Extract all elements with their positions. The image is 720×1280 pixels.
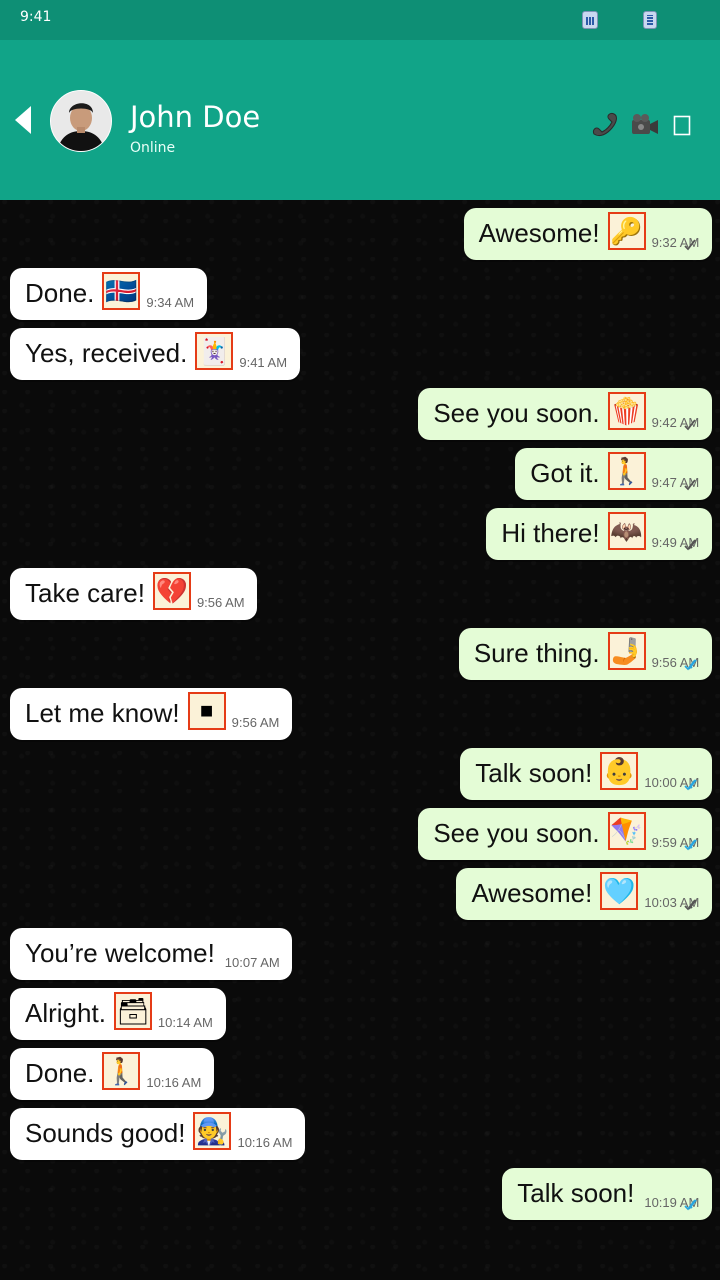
- incoming-message[interactable]: Yes, received. 🃏 9:41 AM: [10, 328, 300, 380]
- outgoing-message[interactable]: Awesome! 🔑 9:32 AM: [463, 208, 712, 260]
- message-text: Talk soon!: [517, 1178, 635, 1208]
- back-button[interactable]: [12, 104, 32, 136]
- menu-icon: [673, 115, 691, 136]
- message-text: Hi there!: [501, 518, 600, 548]
- phone-icon: [593, 113, 617, 137]
- message-text: Done.: [25, 1058, 95, 1088]
- read-receipt-icon: [680, 1198, 702, 1212]
- sent-tick-icon: [680, 478, 702, 492]
- incoming-message[interactable]: Sounds good! 🧑‍🔧 10:16 AM: [10, 1108, 306, 1160]
- status-bar: 9:41: [0, 0, 720, 40]
- popcorn-emoji: 🍿: [607, 392, 646, 430]
- avatar[interactable]: [50, 90, 112, 152]
- mechanic-emoji: 🧑‍🔧: [193, 1112, 232, 1150]
- message-time: 10:16 AM: [146, 1075, 202, 1090]
- signal-icon: [582, 11, 598, 29]
- card-file-box-emoji: 🗃: [113, 992, 152, 1030]
- contact-photo: [51, 91, 111, 151]
- message-text: Sure thing.: [473, 638, 600, 668]
- outgoing-message[interactable]: Sure thing. 🤳 9:56 AM: [458, 628, 712, 680]
- sent-tick-icon: [680, 238, 702, 252]
- outgoing-message[interactable]: Talk soon! 👶 10:00 AM: [460, 748, 712, 800]
- message-text: Let me know!: [25, 698, 180, 728]
- message-text: Sounds good!: [25, 1118, 186, 1148]
- read-receipt-icon: [680, 658, 702, 672]
- outgoing-message[interactable]: Awesome! 🩵 10:03 AM: [456, 868, 712, 920]
- incoming-message[interactable]: You’re welcome! 10:07 AM: [10, 928, 293, 980]
- outgoing-message[interactable]: Hi there! 🦇 9:49 AM: [486, 508, 712, 560]
- incoming-message[interactable]: Done. 🚶 10:16 AM: [10, 1048, 215, 1100]
- light-blue-heart-emoji: 🩵: [600, 872, 639, 910]
- battery-icon: [643, 11, 657, 29]
- incoming-message[interactable]: Let me know! ⏹ 9:56 AM: [10, 688, 293, 740]
- read-receipt-icon: [680, 778, 702, 792]
- message-text: Awesome!: [478, 218, 600, 248]
- incoming-message[interactable]: Alright. 🗃 10:14 AM: [10, 988, 226, 1040]
- message-time: 10:07 AM: [224, 955, 280, 970]
- kite-emoji: 🪁: [607, 812, 646, 850]
- broken-heart-emoji: 💔: [152, 572, 191, 610]
- message-text: You’re welcome!: [25, 938, 215, 968]
- playing-card-emoji: 🃏: [195, 332, 234, 370]
- call-button[interactable]: [590, 112, 620, 140]
- bat-emoji: 🦇: [607, 512, 646, 550]
- video-camera-icon: [632, 114, 658, 134]
- outgoing-message[interactable]: Talk soon! 10:19 AM: [502, 1168, 712, 1220]
- message-text: Done.: [25, 278, 95, 308]
- stop-button-emoji: ⏹: [187, 692, 226, 730]
- read-receipt-icon: [680, 838, 702, 852]
- message-time: 10:14 AM: [157, 1015, 213, 1030]
- message-time: 9:56 AM: [196, 595, 245, 610]
- message-text: Got it.: [530, 458, 600, 488]
- baby-emoji: 👶: [600, 752, 639, 790]
- video-call-button[interactable]: [630, 112, 660, 140]
- incoming-message[interactable]: Take care! 💔 9:56 AM: [10, 568, 258, 620]
- contact-status: Online: [130, 140, 176, 156]
- outgoing-message[interactable]: See you soon. 🍿 9:42 AM: [418, 388, 712, 440]
- walking-right-emoji: 🚶: [102, 1052, 141, 1090]
- message-text: Yes, received.: [25, 338, 188, 368]
- outgoing-message[interactable]: See you soon. 🪁 9:59 AM: [418, 808, 712, 860]
- message-text: See you soon.: [433, 398, 600, 428]
- message-time: 9:41 AM: [239, 355, 288, 370]
- delivered-tick-icon: [680, 538, 702, 552]
- contact-name[interactable]: John Doe: [130, 100, 260, 134]
- more-options-button[interactable]: [673, 112, 691, 140]
- message-text: Awesome!: [471, 878, 593, 908]
- delivered-tick-icon: [680, 898, 702, 912]
- message-time: 9:56 AM: [231, 715, 280, 730]
- iceland-flag-emoji: 🇮🇸: [102, 272, 141, 310]
- status-time: 9:41: [20, 9, 52, 25]
- sent-tick-icon: [680, 418, 702, 432]
- outgoing-message[interactable]: Got it. 🚶 9:47 AM: [515, 448, 712, 500]
- message-time: 9:34 AM: [146, 295, 195, 310]
- walking-right-emoji: 🚶: [607, 452, 646, 490]
- incoming-message[interactable]: Done. 🇮🇸 9:34 AM: [10, 268, 207, 320]
- message-text: Alright.: [25, 998, 106, 1028]
- message-time: 10:16 AM: [237, 1135, 293, 1150]
- message-text: See you soon.: [433, 818, 600, 848]
- message-text: Take care!: [25, 578, 145, 608]
- key-emoji: 🔑: [607, 212, 646, 250]
- hand-with-phone-emoji: 🤳: [607, 632, 646, 670]
- chat-header: John Doe Online: [0, 40, 720, 200]
- message-text: Talk soon!: [475, 758, 593, 788]
